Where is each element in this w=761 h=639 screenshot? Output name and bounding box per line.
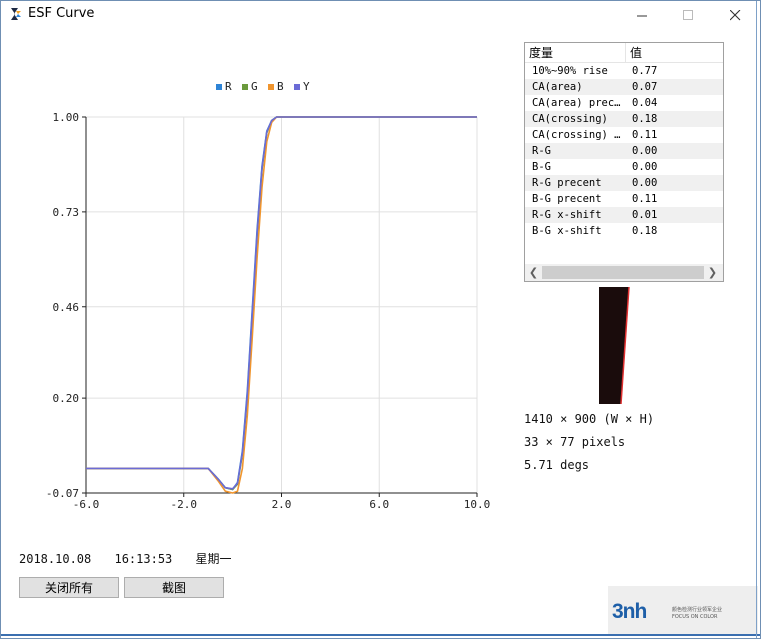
y-tick-label: -0.07	[46, 487, 79, 500]
close-button[interactable]	[712, 2, 758, 28]
window-title: ESF Curve	[28, 6, 95, 21]
time-text: 16:13:53	[114, 552, 173, 566]
window-bottom-border	[0, 634, 761, 636]
metric-value-cell: 0.11	[632, 129, 658, 141]
table-row[interactable]: B-G precent 0.11	[525, 191, 723, 207]
weekday-text: 星期一	[195, 552, 232, 566]
table-row[interactable]: CA(crossing) … 0.11	[525, 127, 723, 143]
metric-name-cell: B-G	[532, 161, 551, 173]
y-tick-label: 0.73	[53, 206, 80, 219]
table-row[interactable]: R-G precent 0.00	[525, 175, 723, 191]
table-header: 度量 值	[525, 43, 723, 63]
metric-name-cell: CA(crossing)	[532, 113, 608, 125]
metric-value-cell: 0.07	[632, 81, 658, 93]
x-tick-label: 2.0	[272, 498, 292, 511]
table-row[interactable]: 10%~90% rise 0.77	[525, 63, 723, 79]
y-tick-label: 0.20	[53, 392, 80, 405]
x-tick-label: 10.0	[464, 498, 491, 511]
x-tick-label: 6.0	[369, 498, 389, 511]
legend-swatch-r	[216, 84, 222, 90]
metric-name-cell: B-G precent	[532, 193, 602, 205]
metric-value-cell: 0.04	[632, 97, 658, 109]
metric-value-cell: 0.00	[632, 145, 658, 157]
image-resolution: 1410 × 900 (W × H)	[524, 412, 655, 426]
legend-swatch-b	[268, 84, 274, 90]
legend-label-y: Y	[303, 80, 310, 93]
metric-value-cell: 0.77	[632, 65, 658, 77]
datetime-row: 2018.10.08 16:13:53 星期一	[19, 550, 248, 567]
table-row[interactable]: CA(crossing) 0.18	[525, 111, 723, 127]
date-text: 2018.10.08	[19, 552, 92, 566]
logo-tagline-cn: 颜色检测行业领军企业	[672, 607, 723, 613]
metric-name-cell: R-G precent	[532, 177, 602, 189]
close-all-button[interactable]: 关闭所有	[19, 577, 119, 598]
column-header-value[interactable]: 值	[626, 43, 723, 62]
metric-value-cell: 0.00	[632, 161, 658, 173]
maximize-icon	[682, 9, 693, 20]
metric-name-cell: B-G x-shift	[532, 225, 602, 237]
y-tick-label: 1.00	[53, 111, 80, 124]
metric-name-cell: R-G x-shift	[532, 209, 602, 221]
table-row[interactable]: CA(area) 0.07	[525, 79, 723, 95]
metric-name-cell: CA(crossing) …	[532, 129, 621, 141]
window-right-border	[756, 0, 757, 639]
column-header-metric[interactable]: 度量	[525, 43, 626, 62]
legend-swatch-y	[294, 84, 300, 90]
legend-label-g: G	[251, 80, 258, 93]
screenshot-button[interactable]: 截图	[124, 577, 224, 598]
metric-value-cell: 0.18	[632, 113, 658, 125]
title-bar: ESF Curve	[0, 0, 761, 30]
x-tick-label: -2.0	[171, 498, 198, 511]
legend-swatch-g	[242, 84, 248, 90]
app-icon	[11, 8, 21, 20]
metric-name-cell: CA(area)	[532, 81, 583, 93]
table-row[interactable]: B-G x-shift 0.18	[525, 223, 723, 239]
scrollbar-thumb[interactable]	[542, 266, 704, 279]
table-row[interactable]: R-G 0.00	[525, 143, 723, 159]
maximize-button[interactable]	[665, 2, 711, 28]
logo-main-text: 3nh	[612, 600, 647, 623]
edge-angle: 5.71 degs	[524, 458, 590, 472]
edge-roi-preview	[599, 287, 632, 404]
scroll-left-icon[interactable]: ❮	[525, 264, 542, 281]
metric-value-cell: 0.11	[632, 193, 658, 205]
table-row[interactable]: B-G 0.00	[525, 159, 723, 175]
metric-name-cell: CA(area) prec…	[532, 97, 621, 109]
esf-curve-chart: -6.0 -2.0 2.0 6.0 10.01.000.730.460.20-0.07 …	[46, 80, 491, 511]
metric-name-cell: 10%~90% rise	[532, 65, 608, 77]
horizontal-scrollbar[interactable]: ❮ ❯	[525, 264, 723, 281]
metric-value-cell: 0.18	[632, 225, 658, 237]
metrics-table[interactable]: 度量 值 10%~90% rise 0.77 CA(area) 0.07 CA(area…	[524, 42, 724, 282]
table-body: 10%~90% rise 0.77 CA(area) 0.07 CA(area) pre…	[525, 63, 723, 239]
minimize-button[interactable]	[619, 2, 665, 28]
legend-label-r: R	[225, 80, 232, 93]
y-tick-label: 0.46	[53, 301, 80, 314]
close-icon	[729, 9, 740, 20]
table-row[interactable]: CA(area) prec… 0.04	[525, 95, 723, 111]
logo-tagline-en: FOCUS ON COLOR	[672, 614, 718, 620]
metric-value-cell: 0.00	[632, 177, 658, 189]
roi-size: 33 × 77 pixels	[524, 435, 626, 449]
brand-logo: 3nh 颜色检测行业领军企业 FOCUS ON COLOR	[608, 586, 758, 636]
metric-value-cell: 0.01	[632, 209, 658, 221]
metric-name-cell: R-G	[532, 145, 551, 157]
legend-label-b: B	[277, 80, 284, 93]
table-row[interactable]: R-G x-shift 0.01	[525, 207, 723, 223]
scroll-right-icon[interactable]: ❯	[704, 264, 721, 281]
minimize-icon	[636, 15, 647, 16]
